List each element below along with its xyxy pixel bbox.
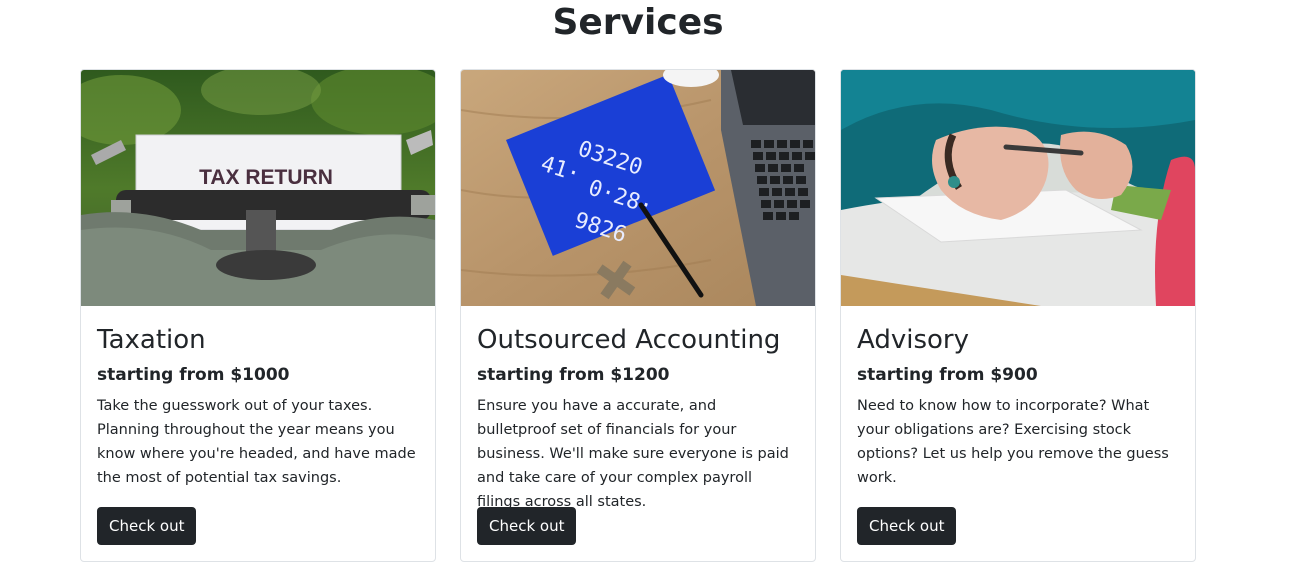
page-title: Services [552,2,724,43]
card-description: Need to know how to incorporate? What yo… [857,398,1169,486]
desk-notebook-laptop-image: 41· 03220 0·28· 9826 [461,70,815,306]
card-title: Outsourced Accounting [477,325,781,355]
card-price: starting from $1200 [477,365,670,385]
check-out-button[interactable]: Check out [857,507,957,545]
typewriter-image: TAX RETURN [81,70,435,306]
tax-return-text: TAX RETURN [199,166,333,189]
service-card-outsourced-accounting: 41· 03220 0·28· 9826 Outsourced Accounti… [460,69,816,562]
card-title: Taxation [97,325,206,355]
card-price: starting from $1000 [97,365,290,385]
hands-writing-image [841,70,1195,306]
check-out-button[interactable]: Check out [477,507,577,545]
check-out-button[interactable]: Check out [97,507,197,545]
service-card-advisory: Advisory starting from $900 Need to know… [840,69,1196,562]
card-description: Take the guesswork out of your taxes. Pl… [97,398,416,486]
card-title: Advisory [857,325,969,355]
card-price: starting from $900 [857,365,1038,385]
card-description: Ensure you have a accurate, and bulletpr… [477,398,789,510]
service-card-taxation: TAX RETURN Taxation starting from $1000 … [80,69,436,562]
